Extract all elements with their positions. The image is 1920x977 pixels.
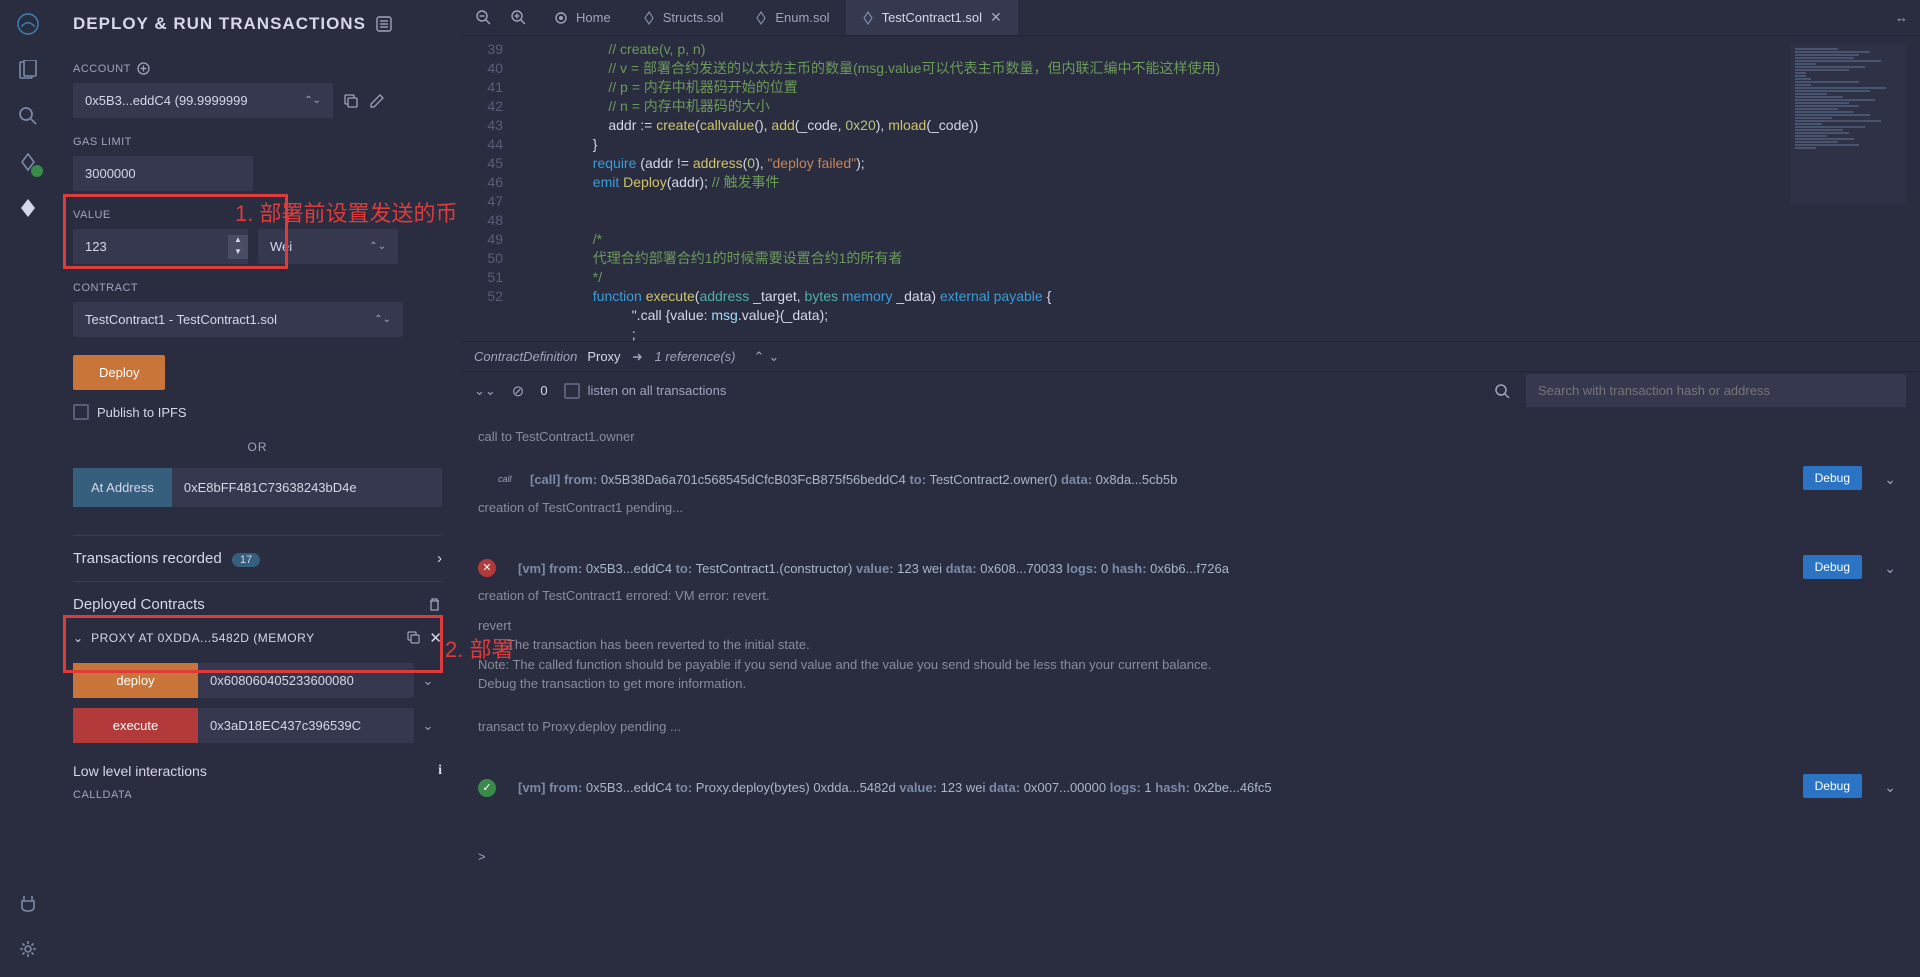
expand-tabs-icon[interactable]: ↔	[1883, 10, 1920, 25]
terminal-toolbar: ⌄⌄ ⊘ 0 listen on all transactions	[460, 371, 1920, 409]
editor-tab[interactable]: Structs.sol	[627, 0, 740, 35]
calldata-label: CALLDATA	[73, 789, 442, 801]
breadcrumb-up-icon[interactable]: ⌃	[753, 349, 764, 365]
annotation-label-2: 2. 部署	[445, 632, 513, 664]
error-status-icon: ✕	[478, 559, 496, 577]
chevron-down-icon[interactable]: ⌄	[414, 663, 442, 698]
listen-label: listen on all transactions	[588, 383, 727, 398]
tab-icon	[643, 11, 655, 25]
terminal-collapse-icon[interactable]: ⌄⌄	[474, 383, 496, 399]
close-instance-icon[interactable]: ✕	[429, 629, 442, 647]
log-entry: call [call] from: 0x5B38Da6a701c568545dC…	[478, 466, 1902, 517]
value-input[interactable]	[73, 229, 228, 264]
copy-instance-icon[interactable]	[407, 631, 421, 645]
chevron-down-icon[interactable]: ⌄	[1884, 469, 1896, 490]
gas-limit-input[interactable]	[73, 156, 253, 191]
panel-title: DEPLOY & RUN TRANSACTIONS	[73, 14, 442, 34]
deployed-contracts-title: Deployed Contracts	[73, 596, 205, 613]
icon-sidebar	[0, 0, 55, 977]
editor-tab[interactable]: Home	[538, 0, 627, 35]
breadcrumb-down-icon[interactable]: ⌄	[768, 349, 779, 365]
value-spinner[interactable]: ▲▼	[228, 235, 248, 259]
tx-count-badge: 17	[232, 553, 260, 567]
editor-tab[interactable]: Enum.sol	[739, 0, 845, 35]
debug-button[interactable]: Debug	[1803, 466, 1862, 490]
or-divider: OR	[73, 440, 442, 454]
info-icon[interactable]: i	[438, 763, 442, 779]
call-badge-icon: call	[498, 473, 518, 487]
file-explorer-icon[interactable]	[16, 58, 40, 82]
pending-tx-count: 0	[540, 383, 547, 398]
close-tab-icon[interactable]: ✕	[990, 9, 1002, 26]
transactions-recorded-row[interactable]: Transactions recorded 17 ›	[73, 535, 442, 581]
editor-breadcrumb[interactable]: ContractDefinition Proxy 1 reference(s) …	[460, 341, 1920, 371]
fn-deploy-input[interactable]	[198, 663, 414, 698]
account-label: ACCOUNT	[73, 62, 442, 75]
tab-icon	[755, 11, 767, 25]
tab-icon	[862, 11, 874, 25]
tab-label: Home	[576, 10, 611, 25]
at-address-button[interactable]: At Address	[73, 468, 172, 507]
edit-account-icon[interactable]	[369, 93, 385, 109]
terminal-search-icon[interactable]	[1494, 383, 1510, 399]
low-level-label: Low level interactions	[73, 763, 207, 779]
success-status-icon: ✓	[478, 779, 496, 797]
zoom-out-icon[interactable]	[468, 10, 499, 25]
contract-label: CONTRACT	[73, 282, 442, 294]
trash-icon[interactable]	[427, 597, 442, 612]
editor-tab[interactable]: TestContract1.sol ✕	[846, 0, 1018, 35]
deploy-run-icon[interactable]	[16, 196, 40, 220]
chevron-down-icon[interactable]: ⌄	[73, 631, 83, 645]
gas-limit-label: GAS LIMIT	[73, 136, 442, 148]
solidity-compiler-icon[interactable]	[16, 150, 40, 174]
terminal-output[interactable]: call to TestContract1.owner call [call] …	[460, 409, 1920, 977]
debug-button[interactable]: Debug	[1803, 555, 1862, 579]
publish-ipfs-checkbox[interactable]	[73, 404, 89, 420]
log-entry: ✓ [vm] from: 0x5B3...eddC4 to: Proxy.dep…	[478, 774, 1902, 802]
tab-label: Structs.sol	[663, 10, 724, 25]
chevron-down-icon[interactable]: ⌄	[414, 708, 442, 743]
account-select[interactable]: 0x5B3...eddC4 (99.9999999⌃⌄	[73, 83, 333, 118]
remix-logo-icon[interactable]	[16, 12, 40, 36]
zoom-in-icon[interactable]	[503, 10, 534, 25]
debug-button[interactable]: Debug	[1803, 774, 1862, 798]
account-plus-icon[interactable]	[137, 62, 150, 75]
terminal-prompt[interactable]: >	[478, 839, 1902, 875]
search-icon[interactable]	[16, 104, 40, 128]
terminal-search-input[interactable]	[1526, 374, 1906, 407]
tab-label: TestContract1.sol	[882, 10, 982, 25]
editor-code[interactable]: // create(v, p, n) // v = 部署合约发送的以太坊主币的数…	[515, 36, 1920, 341]
fn-deploy-button[interactable]: deploy	[73, 663, 198, 698]
editor-tabs-bar: Home Structs.sol Enum.sol TestContract1.sol…	[460, 0, 1920, 36]
deploy-run-panel: DEPLOY & RUN TRANSACTIONS ACCOUNT 0x5B3.…	[55, 0, 460, 977]
copy-account-icon[interactable]	[343, 93, 359, 109]
publish-ipfs-label: Publish to IPFS	[97, 405, 187, 420]
at-address-input[interactable]	[172, 468, 442, 507]
share-icon[interactable]	[631, 350, 645, 364]
terminal-block-icon[interactable]: ⊘	[512, 382, 525, 400]
code-editor[interactable]: 3940414243444546474849505152 // create(v…	[460, 36, 1920, 341]
deploy-button[interactable]: Deploy	[73, 355, 165, 390]
annotation-label-1: 1. 部署前设置发送的币	[235, 196, 457, 228]
chevron-down-icon[interactable]: ⌄	[1884, 777, 1896, 798]
log-text: call to TestContract1.owner	[478, 427, 1902, 447]
listen-checkbox[interactable]	[564, 383, 580, 399]
plugin-manager-icon[interactable]	[16, 891, 40, 915]
tab-icon	[554, 11, 568, 25]
chevron-right-icon: ›	[437, 550, 442, 567]
value-unit-select[interactable]: Wei⌃⌄	[258, 229, 398, 264]
panel-menu-icon[interactable]	[376, 16, 392, 32]
contract-instance-header[interactable]: ⌄ PROXY AT 0XDDA...5482D (MEMORY ✕	[73, 623, 442, 653]
settings-icon[interactable]	[16, 937, 40, 961]
fn-execute-input[interactable]	[198, 708, 414, 743]
chevron-down-icon[interactable]: ⌄	[1884, 558, 1896, 579]
fn-execute-button[interactable]: execute	[73, 708, 198, 743]
editor-gutter: 3940414243444546474849505152	[460, 36, 515, 341]
tab-label: Enum.sol	[775, 10, 829, 25]
contract-select[interactable]: TestContract1 - TestContract1.sol⌃⌄	[73, 302, 403, 337]
log-entry: ✕ [vm] from: 0x5B3...eddC4 to: TestContr…	[478, 555, 1902, 737]
